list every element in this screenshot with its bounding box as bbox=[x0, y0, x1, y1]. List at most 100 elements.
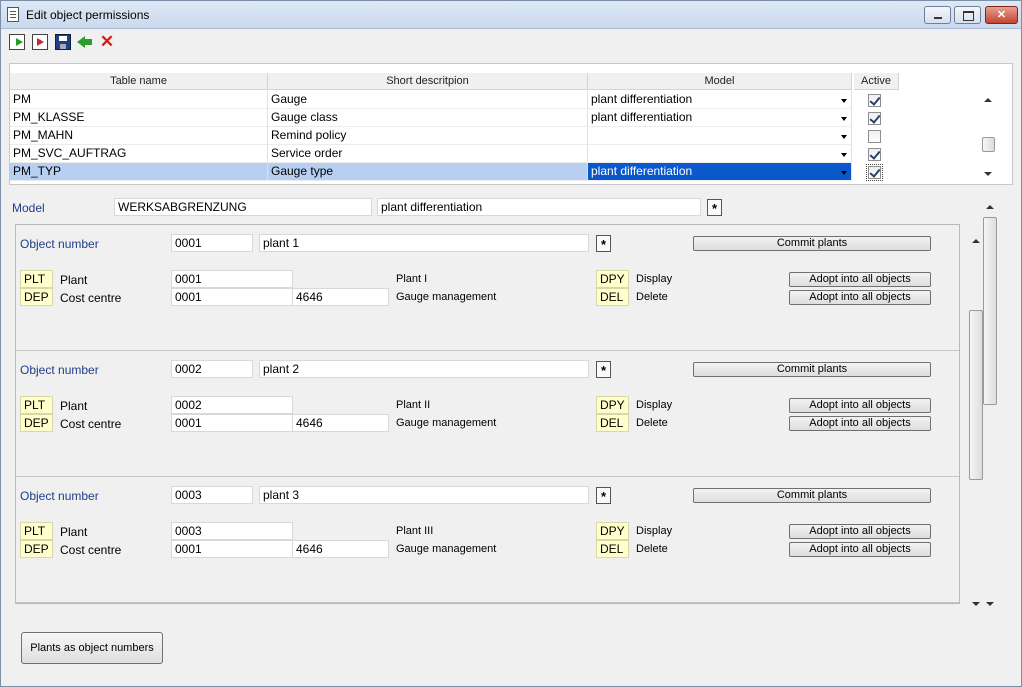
commit-plants-button[interactable]: Commit plants bbox=[693, 362, 931, 377]
description-cell[interactable]: Gauge bbox=[268, 91, 588, 109]
active-checkbox[interactable] bbox=[868, 112, 881, 125]
table-name-cell[interactable]: PM_KLASSE bbox=[10, 109, 268, 127]
object-name-field[interactable]: plant 3 bbox=[259, 486, 589, 504]
plant-name: Plant II bbox=[396, 399, 431, 411]
model-scrollbar[interactable] bbox=[983, 203, 997, 607]
cost-centre-name: Gauge management bbox=[396, 291, 497, 303]
back-arrow-icon[interactable] bbox=[77, 34, 93, 50]
title-bar: Edit object permissions ✕ bbox=[1, 1, 1021, 29]
description-cell[interactable]: Service order bbox=[268, 145, 588, 163]
description-cell[interactable]: Remind policy bbox=[268, 127, 588, 145]
delete-code: DEL bbox=[596, 414, 629, 432]
model-select[interactable]: plant differentiation bbox=[588, 91, 852, 109]
scroll-down-icon[interactable] bbox=[986, 602, 994, 606]
plant-field[interactable]: 0003 bbox=[171, 522, 293, 540]
table-name-cell[interactable]: PM_MAHN bbox=[10, 127, 268, 145]
table-scrollbar[interactable] bbox=[980, 92, 998, 182]
scroll-up-icon[interactable] bbox=[986, 205, 994, 209]
object-search-button[interactable]: * bbox=[596, 487, 611, 504]
active-checkbox[interactable] bbox=[868, 148, 881, 161]
scroll-down-icon[interactable] bbox=[972, 602, 980, 606]
model-select[interactable] bbox=[588, 127, 852, 145]
adopt-button[interactable]: Adopt into all objects bbox=[789, 272, 931, 287]
scroll-down-icon[interactable] bbox=[984, 172, 992, 176]
scroll-up-icon[interactable] bbox=[984, 98, 992, 102]
model-select[interactable]: plant differentiation bbox=[588, 163, 852, 181]
plant-field[interactable]: 0001 bbox=[171, 270, 293, 288]
commit-plants-button[interactable]: Commit plants bbox=[693, 488, 931, 503]
description-cell[interactable]: Gauge class bbox=[268, 109, 588, 127]
dropdown-arrow-icon[interactable] bbox=[837, 109, 851, 127]
cost-centre-number-field[interactable]: 4646 bbox=[292, 414, 389, 432]
dropdown-arrow-icon[interactable] bbox=[837, 127, 851, 145]
save-icon[interactable] bbox=[55, 34, 71, 50]
column-header-model[interactable]: Model bbox=[588, 73, 852, 90]
department-code: DEP bbox=[20, 414, 53, 432]
table-name-cell[interactable]: PM_TYP bbox=[10, 163, 268, 181]
plants-as-object-numbers-button[interactable]: Plants as object numbers bbox=[21, 632, 163, 664]
cost-centre-number-field[interactable]: 4646 bbox=[292, 540, 389, 558]
active-checkbox[interactable] bbox=[868, 130, 881, 143]
objects-scrollbar[interactable] bbox=[969, 203, 983, 607]
active-checkbox[interactable] bbox=[866, 164, 883, 181]
adopt-button[interactable]: Adopt into all objects bbox=[789, 416, 931, 431]
plant-field[interactable]: 0002 bbox=[171, 396, 293, 414]
scroll-up-icon[interactable] bbox=[972, 239, 980, 243]
active-checkbox[interactable] bbox=[868, 94, 881, 107]
table-row[interactable]: PM Gauge plant differentiation bbox=[10, 91, 890, 109]
adopt-button[interactable]: Adopt into all objects bbox=[789, 542, 931, 557]
cost-centre-field[interactable]: 0001 bbox=[171, 288, 293, 306]
table-row[interactable]: PM_KLASSE Gauge class plant differentiat… bbox=[10, 109, 890, 127]
cost-centre-number-field[interactable]: 4646 bbox=[292, 288, 389, 306]
display-code: DPY bbox=[596, 522, 629, 540]
object-name-field[interactable]: plant 2 bbox=[259, 360, 589, 378]
table-name-cell[interactable]: PM_SVC_AUFTRAG bbox=[10, 145, 268, 163]
object-number-label: Object number bbox=[20, 237, 99, 251]
model-select[interactable]: plant differentiation bbox=[588, 109, 852, 127]
plant-label: Plant bbox=[60, 399, 88, 413]
cost-centre-field[interactable]: 0001 bbox=[171, 414, 293, 432]
display-code: DPY bbox=[596, 270, 629, 288]
model-search-button[interactable]: * bbox=[707, 199, 722, 216]
scroll-thumb[interactable] bbox=[969, 310, 983, 480]
import-icon[interactable] bbox=[32, 34, 48, 50]
maximize-button[interactable] bbox=[954, 6, 981, 24]
description-cell[interactable]: Gauge type bbox=[268, 163, 588, 181]
cost-centre-field[interactable]: 0001 bbox=[171, 540, 293, 558]
cancel-icon[interactable]: ✕ bbox=[99, 33, 115, 50]
object-search-button[interactable]: * bbox=[596, 235, 611, 252]
model-code-field[interactable]: WERKSABGRENZUNG bbox=[114, 198, 372, 216]
cost-centre-name: Gauge management bbox=[396, 543, 497, 555]
object-name-field[interactable]: plant 1 bbox=[259, 234, 589, 252]
adopt-button[interactable]: Adopt into all objects bbox=[789, 398, 931, 413]
plant-name: Plant I bbox=[396, 273, 428, 285]
minimize-button[interactable] bbox=[924, 6, 951, 24]
close-button[interactable]: ✕ bbox=[985, 6, 1018, 24]
object-number-field[interactable]: 0003 bbox=[171, 486, 253, 504]
scroll-thumb[interactable] bbox=[982, 137, 995, 152]
object-search-button[interactable]: * bbox=[596, 361, 611, 378]
plant-code: PLT bbox=[20, 396, 53, 414]
scroll-thumb[interactable] bbox=[983, 217, 997, 405]
export-icon[interactable] bbox=[9, 34, 25, 50]
object-number-field[interactable]: 0002 bbox=[171, 360, 253, 378]
model-label: Model bbox=[12, 201, 45, 215]
column-header-active[interactable]: Active bbox=[854, 73, 899, 90]
dropdown-arrow-icon[interactable] bbox=[837, 145, 851, 163]
table-row[interactable]: PM_SVC_AUFTRAG Service order bbox=[10, 145, 890, 163]
commit-plants-button[interactable]: Commit plants bbox=[693, 236, 931, 251]
table-name-cell[interactable]: PM bbox=[10, 91, 268, 109]
model-name-field[interactable]: plant differentiation bbox=[377, 198, 701, 216]
object-number-field[interactable]: 0001 bbox=[171, 234, 253, 252]
column-header-table-name[interactable]: Table name bbox=[10, 73, 268, 90]
table-row-selected[interactable]: PM_TYP Gauge type plant differentiation bbox=[10, 163, 890, 181]
model-select[interactable] bbox=[588, 145, 852, 163]
column-header-short-description[interactable]: Short descritpion bbox=[268, 73, 588, 90]
display-label: Display bbox=[636, 525, 673, 537]
adopt-button[interactable]: Adopt into all objects bbox=[789, 290, 931, 305]
dropdown-arrow-icon[interactable] bbox=[837, 163, 851, 181]
dropdown-arrow-icon[interactable] bbox=[837, 91, 851, 109]
adopt-button[interactable]: Adopt into all objects bbox=[789, 524, 931, 539]
table-row[interactable]: PM_MAHN Remind policy bbox=[10, 127, 890, 145]
delete-code: DEL bbox=[596, 288, 629, 306]
